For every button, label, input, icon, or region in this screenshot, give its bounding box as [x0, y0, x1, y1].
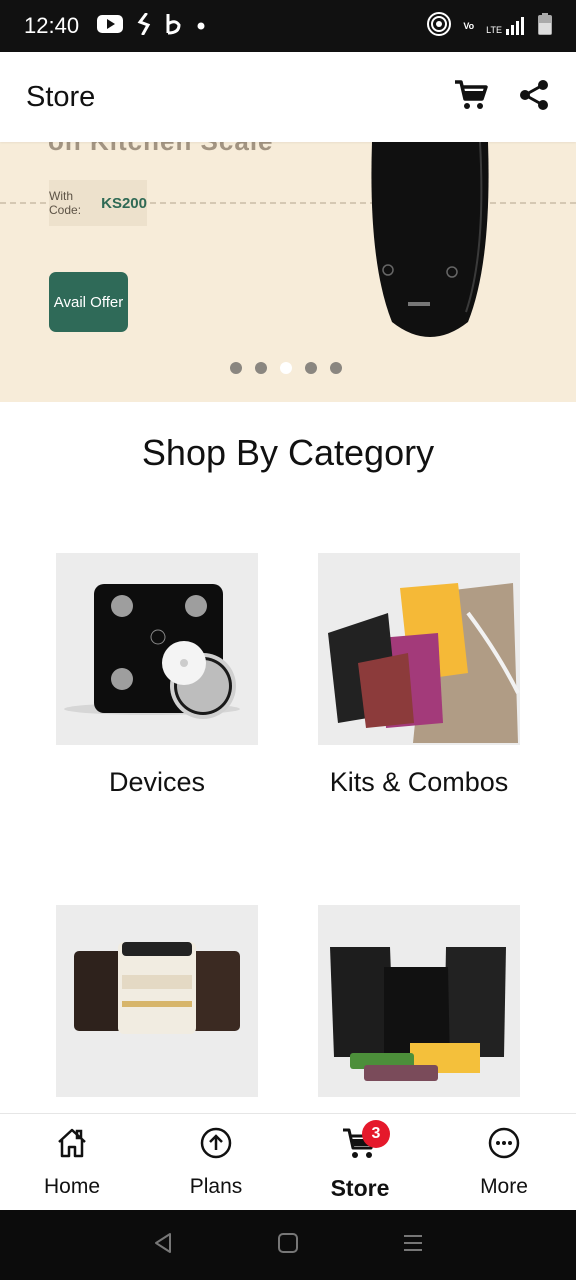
home-button-icon[interactable] [277, 1232, 299, 1259]
battery-icon [538, 12, 552, 40]
cart-count-badge: 3 [362, 1120, 390, 1148]
status-bar: 12:40 Vo LTE [0, 0, 576, 52]
app-k-icon [137, 12, 151, 40]
category-card-devices[interactable]: Devices [56, 553, 258, 798]
volte-icon: Vo [463, 20, 475, 31]
app-header: Store [0, 52, 576, 142]
banner-partial-heading: on Kitchen Scale [48, 142, 274, 157]
nav-label: Plans [189, 1175, 243, 1198]
promo-code-box: With Code: KS200 [49, 180, 147, 226]
nav-label: Home [43, 1175, 101, 1198]
notification-dot-icon [197, 17, 205, 35]
volte-label: Vo [463, 20, 475, 31]
kits-combos-image [318, 553, 520, 745]
carousel-dot-active[interactable] [280, 362, 292, 374]
carousel-dot[interactable] [230, 362, 242, 374]
more-dots-icon [487, 1126, 521, 1165]
nav-plans[interactable]: Plans [144, 1114, 288, 1210]
share-icon[interactable] [518, 79, 550, 116]
category-label: Devices [108, 767, 206, 797]
protein-image [56, 905, 258, 1097]
snacks-image [318, 905, 520, 1097]
carousel-dot[interactable] [305, 362, 317, 374]
category-label: Kits & Combos [329, 767, 509, 797]
promo-code-value: KS200 [101, 194, 147, 212]
carousel-dot[interactable] [255, 362, 267, 374]
cart-icon[interactable] [454, 79, 488, 116]
nav-label: Store [330, 1175, 390, 1201]
nav-label: More [480, 1175, 528, 1198]
bottom-nav: Home Plans 3 Store More [0, 1113, 576, 1210]
back-icon[interactable] [152, 1231, 174, 1260]
promo-code-label: With Code: [49, 189, 82, 217]
carousel-indicator [230, 362, 342, 374]
category-card-snacks[interactable] [318, 905, 520, 1119]
signal-icon: LTE [486, 17, 526, 35]
category-card-kits-combos[interactable]: Kits & Combos [318, 553, 520, 798]
hotspot-icon [427, 11, 452, 41]
devices-image [56, 553, 258, 745]
category-card-protein[interactable] [56, 905, 258, 1119]
avail-offer-button[interactable]: Avail Offer [49, 272, 128, 332]
page-title: Store [26, 80, 96, 113]
nav-home[interactable]: Home [0, 1114, 144, 1210]
status-time: 12:40 [24, 13, 80, 38]
kitchen-scale-image [368, 142, 492, 347]
nav-more[interactable]: More [432, 1114, 576, 1210]
app-b-icon [165, 13, 183, 40]
arrow-up-circle-icon [199, 1126, 233, 1165]
home-icon [55, 1126, 89, 1165]
lte-label: LTE [486, 25, 502, 35]
youtube-icon [97, 14, 124, 38]
system-nav-bar [0, 1210, 576, 1280]
recents-icon[interactable] [402, 1232, 424, 1259]
section-title: Shop By Category [141, 432, 435, 473]
carousel-dot[interactable] [330, 362, 342, 374]
promo-banner[interactable]: on Kitchen Scale With Code: KS200 Avail … [0, 142, 576, 402]
nav-store[interactable]: 3 Store [288, 1114, 432, 1210]
